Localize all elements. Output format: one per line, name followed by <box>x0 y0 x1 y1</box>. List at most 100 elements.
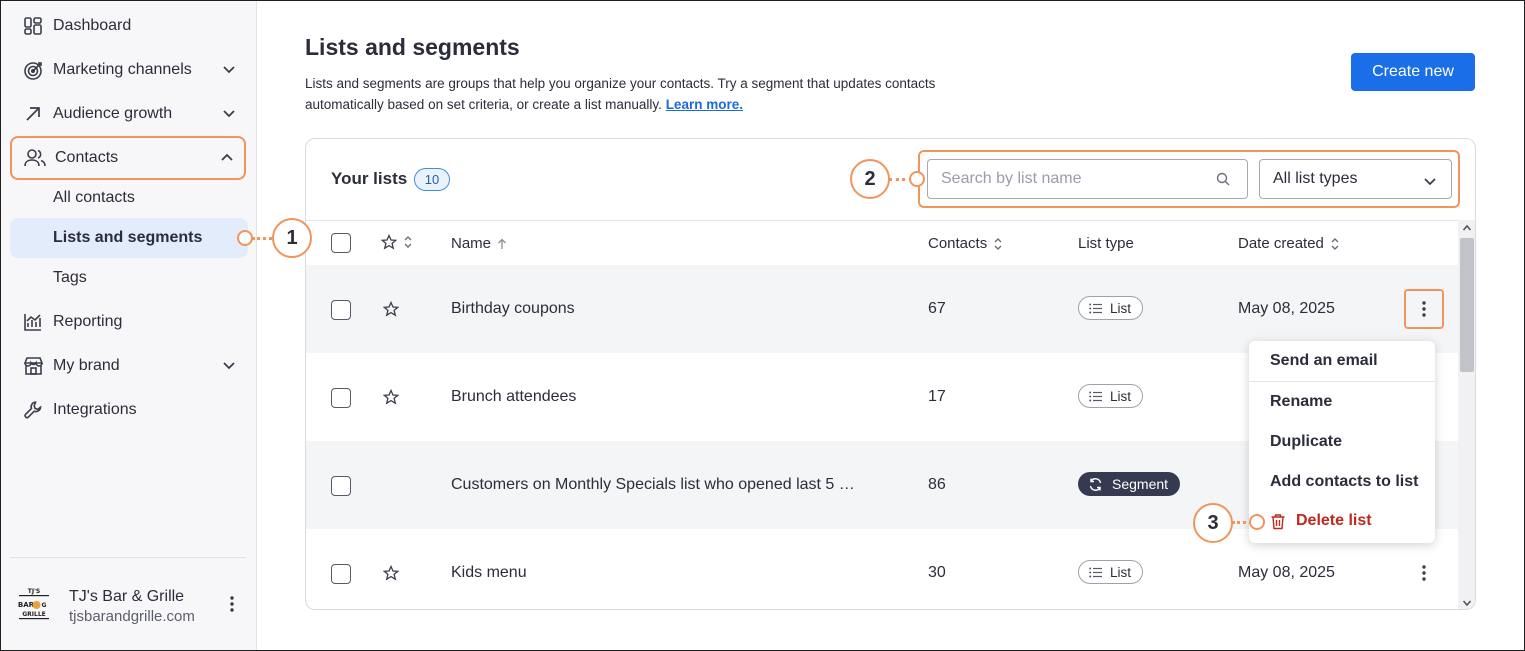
chevron-down-icon <box>223 362 235 370</box>
wrench-icon <box>22 399 44 421</box>
row-checkbox[interactable] <box>331 476 351 496</box>
sidebar-item-all-contacts[interactable]: All contacts <box>10 178 248 218</box>
sidebar-item-label: Lists and segments <box>53 229 203 246</box>
sidebar-item-label: Integrations <box>53 401 137 418</box>
column-date-created[interactable]: Date created <box>1238 235 1340 252</box>
list-type-badge: List <box>1078 296 1144 320</box>
sidebar-item-marketing-channels[interactable]: Marketing channels <box>10 50 246 90</box>
your-lists-heading: Your lists <box>331 169 408 188</box>
sort-icon <box>404 236 412 248</box>
people-icon <box>24 147 46 169</box>
star-icon[interactable] <box>383 301 399 317</box>
list-icon <box>1089 567 1102 577</box>
favorite-sort[interactable] <box>381 234 413 250</box>
column-name-label: Name <box>451 235 492 252</box>
sidebar-item-contacts[interactable]: Contacts <box>10 136 246 180</box>
sidebar-item-reporting[interactable]: Reporting <box>10 302 246 342</box>
segment-type-badge: Segment <box>1078 472 1181 496</box>
sidebar-item-my-brand[interactable]: My brand <box>10 346 246 386</box>
description-text: Lists and segments are groups that help … <box>305 76 936 112</box>
menu-item-delete-list[interactable]: Delete list <box>1270 512 1372 530</box>
account-more-icon[interactable] <box>222 594 242 619</box>
column-date-label: Date created <box>1238 235 1324 252</box>
list-date: May 08, 2025 <box>1238 564 1335 581</box>
sidebar-item-label: Audience growth <box>53 105 173 122</box>
menu-divider <box>1249 381 1435 382</box>
chevron-up-icon <box>221 153 233 161</box>
list-type-label: List <box>1110 300 1132 316</box>
sidebar-item-integrations[interactable]: Integrations <box>10 390 246 430</box>
sidebar-item-tags[interactable]: Tags <box>10 258 248 298</box>
star-icon[interactable] <box>383 565 399 581</box>
list-type-label: List <box>1110 388 1132 404</box>
delete-list-label: Delete list <box>1296 512 1372 529</box>
chevron-down-icon <box>1424 178 1436 186</box>
column-contacts[interactable]: Contacts <box>928 235 1003 252</box>
list-type-badge: List <box>1078 560 1144 584</box>
row-actions-menu: Send an email Rename Duplicate Add conta… <box>1249 341 1435 543</box>
callout-connector <box>252 237 272 240</box>
column-contacts-label: Contacts <box>928 235 988 252</box>
select-all-checkbox[interactable] <box>331 233 351 253</box>
row-actions-button[interactable] <box>1404 289 1444 329</box>
list-name[interactable]: Birthday coupons <box>451 300 575 318</box>
callout-anchor <box>237 230 253 246</box>
list-type-label: List <box>1110 564 1132 580</box>
scroll-down-icon[interactable] <box>1462 598 1472 608</box>
sidebar-item-dashboard[interactable]: Dashboard <box>10 6 246 46</box>
list-type-label: Segment <box>1112 476 1169 492</box>
menu-item-rename[interactable]: Rename <box>1270 393 1332 411</box>
list-type-select[interactable]: All list types <box>1259 159 1452 199</box>
account-name: TJ's Bar & Grille <box>69 588 185 605</box>
sidebar-item-label: Tags <box>53 269 87 286</box>
menu-item-duplicate[interactable]: Duplicate <box>1270 433 1342 451</box>
sidebar-item-label: All contacts <box>53 189 135 206</box>
list-type-badge: List <box>1078 384 1144 408</box>
table-header: Name Contacts List type Date created <box>306 220 1458 265</box>
sidebar-item-label: Contacts <box>55 149 119 166</box>
row-checkbox[interactable] <box>331 388 351 408</box>
star-icon <box>381 234 397 250</box>
create-new-button[interactable]: Create new <box>1351 53 1475 91</box>
target-icon <box>22 59 44 81</box>
menu-item-add-contacts[interactable]: Add contacts to list <box>1270 473 1418 491</box>
callout-1: 1 <box>272 218 312 258</box>
learn-more-link[interactable]: Learn more. <box>666 97 743 112</box>
page-title: Lists and segments <box>305 34 520 60</box>
scroll-up-icon[interactable] <box>1462 223 1472 233</box>
sort-asc-icon <box>498 238 506 249</box>
list-contacts: 86 <box>928 476 946 493</box>
list-date: May 08, 2025 <box>1238 300 1335 317</box>
table-scrollbar[interactable] <box>1458 220 1475 609</box>
row-checkbox[interactable] <box>331 564 351 584</box>
star-icon[interactable] <box>383 389 399 405</box>
refresh-icon <box>1089 477 1102 491</box>
search-icon[interactable] <box>1216 172 1230 191</box>
list-name[interactable]: Kids menu <box>451 564 527 582</box>
list-count-badge: 10 <box>414 168 450 191</box>
callout-2: 2 <box>850 159 890 199</box>
svg-text:BAR: BAR <box>18 601 35 609</box>
sidebar-item-audience-growth[interactable]: Audience growth <box>10 94 246 134</box>
row-actions-button[interactable] <box>1404 553 1444 593</box>
arrow-up-right-icon <box>22 103 44 125</box>
more-vertical-icon <box>1422 301 1426 317</box>
row-checkbox[interactable] <box>331 300 351 320</box>
list-name[interactable]: Customers on Monthly Specials list who o… <box>451 476 855 494</box>
trash-icon <box>1271 513 1285 529</box>
more-vertical-icon <box>1422 565 1426 581</box>
storefront-icon <box>22 355 44 377</box>
menu-item-send-email[interactable]: Send an email <box>1270 352 1378 370</box>
scrollbar-thumb[interactable] <box>1460 238 1474 372</box>
svg-text:GRILLE: GRILLE <box>22 611 46 618</box>
callout-anchor <box>1249 514 1265 530</box>
table-row[interactable]: Birthday coupons 67 List May 08, 2025 <box>306 265 1458 353</box>
sidebar-item-lists-and-segments[interactable]: Lists and segments <box>10 218 248 258</box>
sidebar-item-label: Marketing channels <box>53 61 192 78</box>
column-name[interactable]: Name <box>451 235 507 252</box>
search-input[interactable] <box>927 159 1248 199</box>
list-name[interactable]: Brunch attendees <box>451 388 576 406</box>
svg-text:G: G <box>42 602 47 609</box>
chart-icon <box>22 311 44 333</box>
column-list-type-label: List type <box>1078 235 1134 252</box>
